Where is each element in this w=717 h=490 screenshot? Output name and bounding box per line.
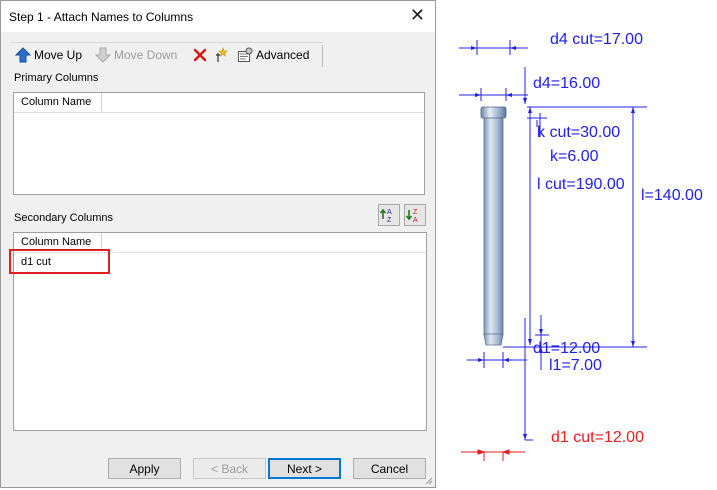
- toolbar: Move Up Move Down Advanced: [11, 43, 323, 67]
- k-label: k=6.00: [550, 148, 599, 165]
- pin-dimension-drawing: d4 cut=17.00 d4=16.00 k cut=30.00 k=6.00…: [459, 31, 703, 461]
- d1-cut-label: d1 cut=12.00: [551, 429, 644, 446]
- move-up-button[interactable]: Move Up: [15, 45, 82, 65]
- advanced-button[interactable]: Advanced: [237, 45, 309, 65]
- cancel-label: Cancel: [370, 461, 409, 476]
- k-cut-label: k cut=30.00: [537, 124, 620, 141]
- new-column-icon: [216, 47, 228, 62]
- new-column-button[interactable]: [214, 45, 233, 65]
- back-button[interactable]: < Back: [193, 458, 266, 479]
- svg-text:Z: Z: [387, 217, 392, 224]
- delete-button[interactable]: [192, 45, 211, 65]
- arrow-down-icon: [95, 47, 111, 63]
- back-label: < Back: [210, 461, 249, 476]
- primary-columns-grid[interactable]: Column Name: [13, 92, 425, 195]
- next-label: Next >: [286, 461, 322, 476]
- d4-cut-label: d4 cut=17.00: [550, 31, 643, 48]
- d4-label: d4=16.00: [533, 75, 600, 92]
- d1-label: d1=12.00: [533, 340, 600, 357]
- delete-x-icon: [193, 48, 207, 62]
- attach-names-dialog: Step 1 - Attach Names to Columns ✕ Move …: [0, 0, 436, 488]
- move-down-label: Move Down: [114, 48, 178, 62]
- pin-part: [480, 106, 507, 346]
- secondary-columns-label: Secondary Columns: [14, 212, 114, 224]
- close-icon[interactable]: ✕: [410, 6, 425, 24]
- advanced-settings-icon: [238, 47, 253, 62]
- svg-text:Z: Z: [413, 209, 418, 216]
- svg-text:A: A: [387, 209, 392, 216]
- move-down-button[interactable]: Move Down: [95, 45, 177, 65]
- sort-descending-icon: Z A: [405, 209, 418, 224]
- svg-text:A: A: [413, 217, 418, 224]
- arrow-up-icon: [15, 47, 31, 63]
- advanced-label: Advanced: [256, 48, 310, 62]
- sort-ascending-button[interactable]: A Z: [378, 204, 400, 226]
- apply-button[interactable]: Apply: [108, 458, 181, 479]
- l-cut-label: l cut=190.00: [537, 176, 625, 193]
- primary-grid-header: Column Name: [14, 93, 424, 113]
- title-bar: Step 1 - Attach Names to Columns ✕: [1, 1, 435, 32]
- l-label: l=140.00: [641, 187, 703, 204]
- toolbar-separator: [322, 45, 323, 67]
- next-button[interactable]: Next >: [268, 458, 341, 479]
- move-up-label: Move Up: [34, 48, 83, 62]
- cancel-button[interactable]: Cancel: [353, 458, 426, 479]
- dialog-title: Step 1 - Attach Names to Columns: [9, 10, 194, 24]
- d1-cut-dimension: [461, 449, 525, 461]
- apply-label: Apply: [129, 461, 160, 476]
- sort-ascending-icon: A Z: [379, 208, 392, 224]
- resize-grip-icon[interactable]: [423, 475, 433, 485]
- primary-column-name-header[interactable]: Column Name: [14, 93, 102, 111]
- sort-descending-button[interactable]: Z A: [404, 204, 426, 226]
- highlight-box: [9, 249, 110, 274]
- primary-columns-label: Primary Columns: [14, 72, 99, 84]
- l1-label: l1=7.00: [549, 357, 602, 374]
